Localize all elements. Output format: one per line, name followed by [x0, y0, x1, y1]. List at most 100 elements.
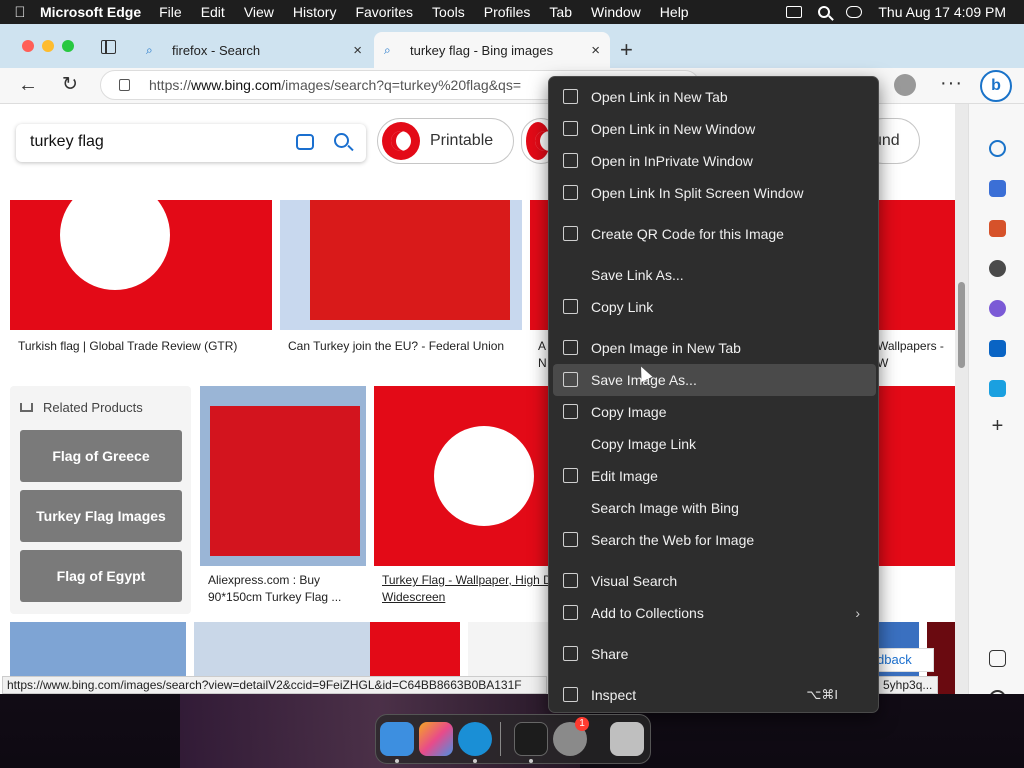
app-name-menu[interactable]: Microsoft Edge — [40, 4, 141, 20]
minimize-window-button[interactable] — [42, 40, 54, 52]
related-item-flag-of-greece[interactable]: Flag of Greece — [20, 430, 182, 482]
sidebar-settings-icon[interactable] — [989, 690, 1006, 694]
inspect-shortcut: ⌥⌘I — [806, 687, 838, 702]
sidebar-tools-icon[interactable] — [989, 220, 1006, 237]
edge-icon[interactable] — [458, 722, 492, 756]
result-image[interactable] — [10, 200, 272, 330]
launchpad-icon[interactable] — [419, 722, 453, 756]
sidebar-search-icon[interactable] — [989, 140, 1006, 157]
sidebar-shopping-icon[interactable] — [989, 180, 1006, 197]
result-caption[interactable]: N — [538, 355, 547, 372]
tab-strip: ⌕ firefox - Search × ⌕ turkey flag - Bin… — [0, 24, 1024, 68]
menu-item-copy-link[interactable]: Copy Link — [553, 291, 876, 323]
feedback-button[interactable]: dback — [870, 648, 934, 672]
menu-item-share[interactable]: Share — [553, 638, 876, 670]
sidebar-drop-icon[interactable] — [989, 380, 1006, 397]
sidebar-outlook-icon[interactable] — [989, 340, 1006, 357]
result-image-selected[interactable] — [374, 386, 548, 566]
screen-mirroring-icon[interactable] — [786, 6, 803, 18]
finder-icon[interactable] — [380, 722, 414, 756]
close-tab-icon[interactable]: × — [591, 42, 600, 59]
result-caption[interactable]: Can Turkey join the EU? - Federal Union — [288, 338, 504, 355]
menu-item-save-image-as[interactable]: Save Image As... — [553, 364, 876, 396]
menu-view[interactable]: View — [244, 4, 274, 20]
chip-label: Printable — [430, 132, 494, 149]
zoom-window-button[interactable] — [62, 40, 74, 52]
sidebar-games-icon[interactable] — [989, 260, 1006, 277]
trash-icon[interactable] — [610, 722, 644, 756]
tab-actions-icon[interactable] — [101, 40, 116, 54]
menu-item-create-qr-code[interactable]: Create QR Code for this Image — [553, 218, 876, 250]
search-box[interactable]: turkey flag — [16, 124, 366, 162]
menu-item-copy-image-link[interactable]: Copy Image Link — [553, 428, 876, 460]
search-submit-icon[interactable] — [334, 133, 349, 148]
menu-item-inspect[interactable]: Inspect ⌥⌘I — [553, 679, 876, 711]
menubar-clock[interactable]: Thu Aug 17 4:09 PM — [878, 4, 1006, 20]
close-window-button[interactable] — [22, 40, 34, 52]
related-item-flag-of-egypt[interactable]: Flag of Egypt — [20, 550, 182, 602]
copilot-icon[interactable]: b — [980, 70, 1012, 102]
spotlight-icon[interactable] — [818, 6, 831, 18]
result-image[interactable] — [879, 200, 955, 330]
menu-profiles[interactable]: Profiles — [484, 4, 531, 20]
menu-item-save-link-as[interactable]: Save Link As... — [553, 259, 876, 291]
menu-item-visual-search[interactable]: Visual Search — [553, 565, 876, 597]
tab-turkey-flag[interactable]: ⌕ turkey flag - Bing images × — [374, 32, 610, 68]
share-icon — [563, 646, 578, 661]
back-arrow-icon[interactable]: ← — [18, 74, 38, 97]
menu-item-search-image-bing[interactable]: Search Image with Bing — [553, 492, 876, 524]
address-url[interactable]: https://www.bing.com/images/search?q=tur… — [149, 77, 521, 93]
menu-item-split-screen[interactable]: Open Link In Split Screen Window — [553, 177, 876, 209]
menu-edit[interactable]: Edit — [201, 4, 225, 20]
apple-menu-icon[interactable]:  — [0, 4, 40, 21]
control-center-icon[interactable] — [846, 6, 863, 18]
tab-firefox-search[interactable]: ⌕ firefox - Search × — [136, 32, 372, 68]
running-indicator — [529, 759, 533, 763]
menu-tools[interactable]: Tools — [432, 4, 465, 20]
related-item-turkey-flag-images[interactable]: Turkey Flag Images — [20, 490, 182, 542]
sidebar-microsoft365-icon[interactable] — [989, 300, 1006, 317]
link-icon — [563, 299, 578, 314]
menu-history[interactable]: History — [293, 4, 337, 20]
reload-icon[interactable]: ↻ — [62, 73, 78, 96]
result-image[interactable] — [200, 386, 366, 566]
menu-item-open-link-new-window[interactable]: Open Link in New Window — [553, 113, 876, 145]
menu-item-copy-image[interactable]: Copy Image — [553, 396, 876, 428]
menu-item-open-link-new-tab[interactable]: Open Link in New Tab — [553, 81, 876, 113]
menu-item-open-image-new-tab[interactable]: Open Image in New Tab — [553, 332, 876, 364]
menu-item-add-to-collections[interactable]: Add to Collections › — [553, 597, 876, 629]
new-tab-button[interactable]: + — [620, 37, 633, 63]
result-image[interactable] — [530, 200, 548, 330]
close-tab-icon[interactable]: × — [353, 42, 362, 59]
result-caption[interactable]: Turkish flag | Global Trade Review (GTR) — [18, 338, 237, 355]
more-options-icon[interactable]: ··· — [940, 72, 963, 95]
result-image[interactable] — [280, 200, 522, 330]
result-caption-link[interactable]: Widescreen — [382, 589, 445, 606]
result-caption-link[interactable]: Turkey Flag - Wallpaper, High De — [382, 572, 559, 589]
search-input[interactable]: turkey flag — [30, 133, 104, 151]
result-caption[interactable]: A — [538, 338, 546, 355]
page-scrollbar[interactable] — [955, 104, 968, 694]
sidebar-layout-icon[interactable] — [989, 650, 1006, 667]
filter-chip-printable[interactable]: Printable — [377, 118, 514, 164]
result-image[interactable] — [879, 386, 955, 566]
menu-item-search-web-for-image[interactable]: Search the Web for Image — [553, 524, 876, 556]
menu-file[interactable]: File — [159, 4, 182, 20]
result-caption[interactable]: Wallpapers - W — [877, 338, 955, 372]
menu-help[interactable]: Help — [660, 4, 689, 20]
menu-item-edit-image[interactable]: Edit Image — [553, 460, 876, 492]
result-caption[interactable]: Aliexpress.com : Buy 90*150cm Turkey Fla… — [208, 572, 358, 606]
menu-tab[interactable]: Tab — [549, 4, 572, 20]
visual-search-camera-icon[interactable] — [296, 134, 314, 150]
running-indicator — [473, 759, 477, 763]
sidebar-add-icon[interactable]: + — [989, 416, 1006, 436]
profile-avatar[interactable] — [894, 74, 916, 96]
scrollbar-thumb[interactable] — [958, 282, 965, 368]
terminal-icon[interactable] — [514, 722, 548, 756]
menu-favorites[interactable]: Favorites — [355, 4, 413, 20]
visual-search-icon — [563, 573, 578, 588]
menu-window[interactable]: Window — [591, 4, 641, 20]
menu-item-inprivate-window[interactable]: Open in InPrivate Window — [553, 145, 876, 177]
lock-icon[interactable] — [119, 79, 130, 91]
search-web-icon — [563, 532, 578, 547]
